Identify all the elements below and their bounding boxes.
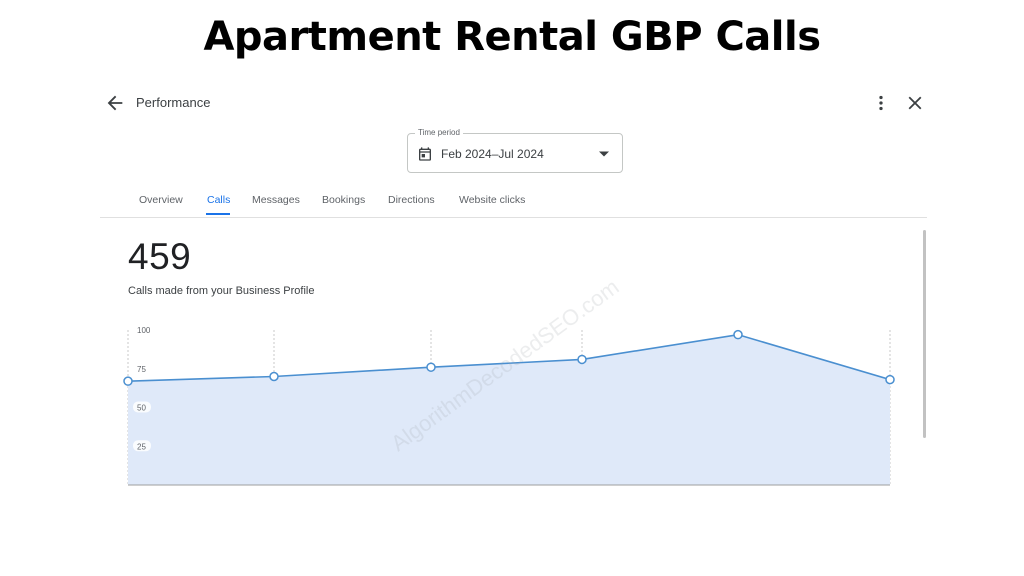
tab-website-clicks[interactable]: Website clicks	[459, 194, 525, 206]
time-period-value: Feb 2024–Jul 2024	[441, 147, 544, 161]
active-tab-indicator	[206, 213, 230, 215]
calls-panel	[100, 217, 927, 489]
time-period-select[interactable]: Time period Feb 2024–Jul 2024	[407, 128, 623, 173]
arrow-left-icon[interactable]	[104, 92, 126, 114]
top-bar: Performance	[100, 88, 930, 118]
time-period-label: Time period	[415, 128, 463, 138]
calls-total: 459	[128, 236, 192, 277]
tab-bookings[interactable]: Bookings	[322, 194, 365, 206]
tab-calls[interactable]: Calls	[207, 194, 230, 206]
close-icon[interactable]	[904, 92, 926, 114]
calls-caption: Calls made from your Business Profile	[128, 285, 315, 297]
tab-directions[interactable]: Directions	[388, 194, 435, 206]
page-headline: Apartment Rental GBP Calls	[203, 14, 821, 60]
tab-overview[interactable]: Overview	[139, 194, 183, 206]
page-title: Performance	[136, 95, 211, 110]
tab-messages[interactable]: Messages	[252, 194, 300, 206]
calendar-icon	[419, 147, 431, 161]
dropdown-arrow-icon	[599, 151, 609, 157]
more-vertical-icon[interactable]	[870, 92, 892, 114]
scrollbar[interactable]	[923, 230, 926, 438]
